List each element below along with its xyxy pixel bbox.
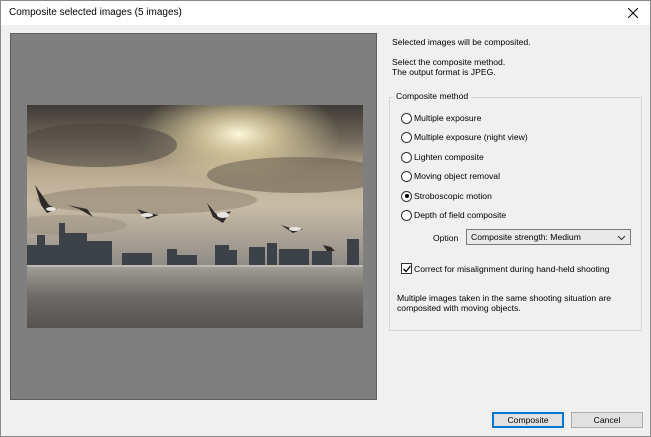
radio-depth-of-field[interactable]: Depth of field composite bbox=[401, 209, 506, 221]
radio-label: Multiple exposure (night view) bbox=[414, 132, 528, 142]
radio-label: Multiple exposure bbox=[414, 113, 482, 123]
option-select[interactable]: Composite strength: Medium bbox=[466, 229, 631, 245]
misalignment-label: Correct for misalignment during hand-hel… bbox=[414, 263, 610, 274]
close-button[interactable] bbox=[616, 1, 650, 25]
cancel-button[interactable]: Cancel bbox=[571, 412, 643, 428]
close-icon bbox=[628, 8, 638, 18]
radio-moving-object-removal[interactable]: Moving object removal bbox=[401, 170, 500, 182]
radio-label: Lighten composite bbox=[414, 152, 484, 162]
title-bar: Composite selected images (5 images) bbox=[1, 1, 650, 25]
option-label: Option bbox=[433, 233, 459, 243]
option-select-value: Composite strength: Medium bbox=[471, 232, 581, 242]
preview-image bbox=[27, 105, 363, 328]
dialog-title: Composite selected images (5 images) bbox=[9, 7, 182, 18]
radio-button[interactable] bbox=[401, 151, 412, 163]
radio-label: Depth of field composite bbox=[414, 210, 507, 220]
info-line-3: The output format is JPEG. bbox=[392, 67, 496, 77]
radio-multiple-exposure-night[interactable]: Multiple exposure (night view) bbox=[401, 131, 528, 143]
info-line-2: Select the composite method. bbox=[392, 57, 506, 67]
radio-label: Moving object removal bbox=[414, 171, 500, 181]
radio-button-selected[interactable] bbox=[401, 190, 412, 202]
radio-button[interactable] bbox=[401, 209, 412, 221]
dialog-window: Composite selected images (5 images) Sel… bbox=[0, 0, 651, 437]
method-description: Multiple images taken in the same shooti… bbox=[397, 293, 612, 313]
radio-lighten-composite[interactable]: Lighten composite bbox=[401, 151, 484, 163]
radio-stroboscopic-motion[interactable]: Stroboscopic motion bbox=[401, 190, 492, 202]
info-line-1: Selected images will be composited. bbox=[392, 37, 531, 47]
radio-button[interactable] bbox=[401, 112, 412, 124]
composite-method-legend: Composite method bbox=[393, 91, 472, 101]
composite-preview-panel bbox=[10, 33, 377, 400]
chevron-down-icon bbox=[617, 235, 626, 241]
composite-button[interactable]: Composite bbox=[492, 412, 564, 428]
misalignment-checkbox[interactable] bbox=[401, 263, 412, 274]
radio-button[interactable] bbox=[401, 131, 412, 143]
radio-multiple-exposure[interactable]: Multiple exposure bbox=[401, 112, 481, 124]
radio-label: Stroboscopic motion bbox=[414, 191, 492, 201]
misalignment-checkbox-row[interactable]: Correct for misalignment during hand-hel… bbox=[401, 263, 609, 274]
checkmark-icon bbox=[403, 265, 411, 273]
radio-button[interactable] bbox=[401, 170, 412, 182]
